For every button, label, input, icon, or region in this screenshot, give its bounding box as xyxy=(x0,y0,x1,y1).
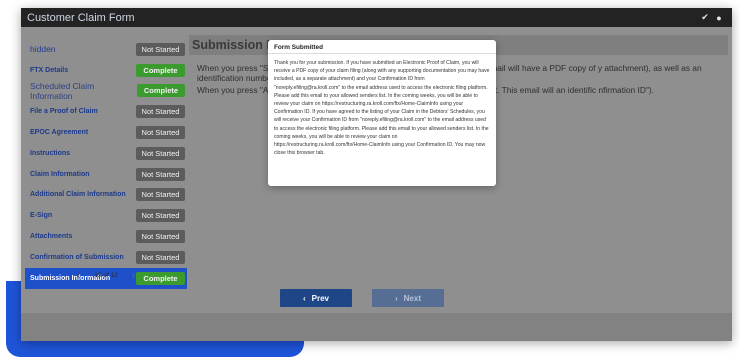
status-badge: Not Started xyxy=(136,250,185,264)
sidebar-pager: ‹ 12 of 12 › xyxy=(25,267,187,283)
page-count: 12 of 12 xyxy=(94,271,118,279)
sidebar-item-label: Confirmation of Submission xyxy=(30,253,124,261)
status-badge: Not Started xyxy=(136,42,185,56)
next-button[interactable]: › Next xyxy=(372,289,444,307)
status-badge: Complete xyxy=(136,63,185,77)
prev-button[interactable]: ‹ Prev xyxy=(280,289,352,307)
sidebar-item-label: hidden xyxy=(30,44,56,55)
sidebar-item-epoc-agreement[interactable]: EPOC Agreement Not Started xyxy=(25,122,187,143)
chevron-left-icon: ‹ xyxy=(302,293,306,303)
sidebar-item-scheduled-claim-information[interactable]: Scheduled Claim Information Complete xyxy=(25,81,187,102)
status-badge: Not Started xyxy=(136,209,185,223)
status-badge: Not Started xyxy=(136,105,185,119)
dialog-title: Form Submitted xyxy=(268,40,496,54)
sidebar-item-label: Attachments xyxy=(30,233,73,241)
sidebar-item-label: Instructions xyxy=(30,149,71,157)
sidebar-item-label: EPOC Agreement xyxy=(30,129,89,137)
status-badge: Not Started xyxy=(136,167,185,181)
sidebar-item-ftx-details[interactable]: FTX Details Complete xyxy=(25,60,187,81)
chevron-right-icon: › xyxy=(394,293,398,303)
sidebar-item-claim-information[interactable]: Claim Information Not Started xyxy=(25,164,187,185)
window-title: Customer Claim Form xyxy=(27,11,135,24)
form-submitted-dialog: Form Submitted Thank you for your submis… xyxy=(268,40,496,186)
status-badge: Complete xyxy=(136,84,185,98)
sidebar-item-additional-claim-information[interactable]: Additional Claim Information Not Started xyxy=(25,185,187,206)
sidebar-item-attachments[interactable]: Attachments Not Started xyxy=(25,226,187,247)
status-badge: Not Started xyxy=(136,230,185,244)
sidebar-item-file-proof-of-claim[interactable]: File a Proof of Claim Not Started xyxy=(25,101,187,122)
sidebar-item-label: E-Sign xyxy=(30,212,53,220)
sidebar-item-label: Additional Claim Information xyxy=(30,191,126,199)
sidebar-item-label: Claim Information xyxy=(30,170,90,178)
dialog-body: Thank you for your submission. If you ha… xyxy=(274,60,490,157)
check-icon[interactable]: ✔ xyxy=(698,12,712,23)
page-title: Submission In xyxy=(192,38,278,52)
sidebar-item-label: Scheduled Claim Information xyxy=(30,80,95,101)
prev-label: Prev xyxy=(311,293,330,303)
sidebar-item-instructions[interactable]: Instructions Not Started xyxy=(25,143,187,164)
sidebar-item-label: File a Proof of Claim xyxy=(30,108,98,116)
footer-bar xyxy=(21,313,732,341)
status-badge: Not Started xyxy=(136,146,185,160)
sidebar-item-label: FTX Details xyxy=(30,66,69,74)
status-badge: Not Started xyxy=(136,188,185,202)
next-label: Next xyxy=(403,293,421,303)
sidebar: hidden Not Started FTX Details Complete … xyxy=(25,39,187,289)
user-icon[interactable]: ● xyxy=(712,13,726,23)
status-badge: Not Started xyxy=(136,126,185,140)
title-bar: Customer Claim Form ✔ ● xyxy=(21,8,732,27)
chevron-right-icon[interactable]: › xyxy=(132,270,135,281)
sidebar-item-e-sign[interactable]: E-Sign Not Started xyxy=(25,205,187,226)
sidebar-item-confirmation-of-submission[interactable]: Confirmation of Submission Not Started xyxy=(25,247,187,268)
chevron-left-icon[interactable]: ‹ xyxy=(77,270,80,281)
sidebar-item-hidden[interactable]: hidden Not Started xyxy=(25,39,187,60)
